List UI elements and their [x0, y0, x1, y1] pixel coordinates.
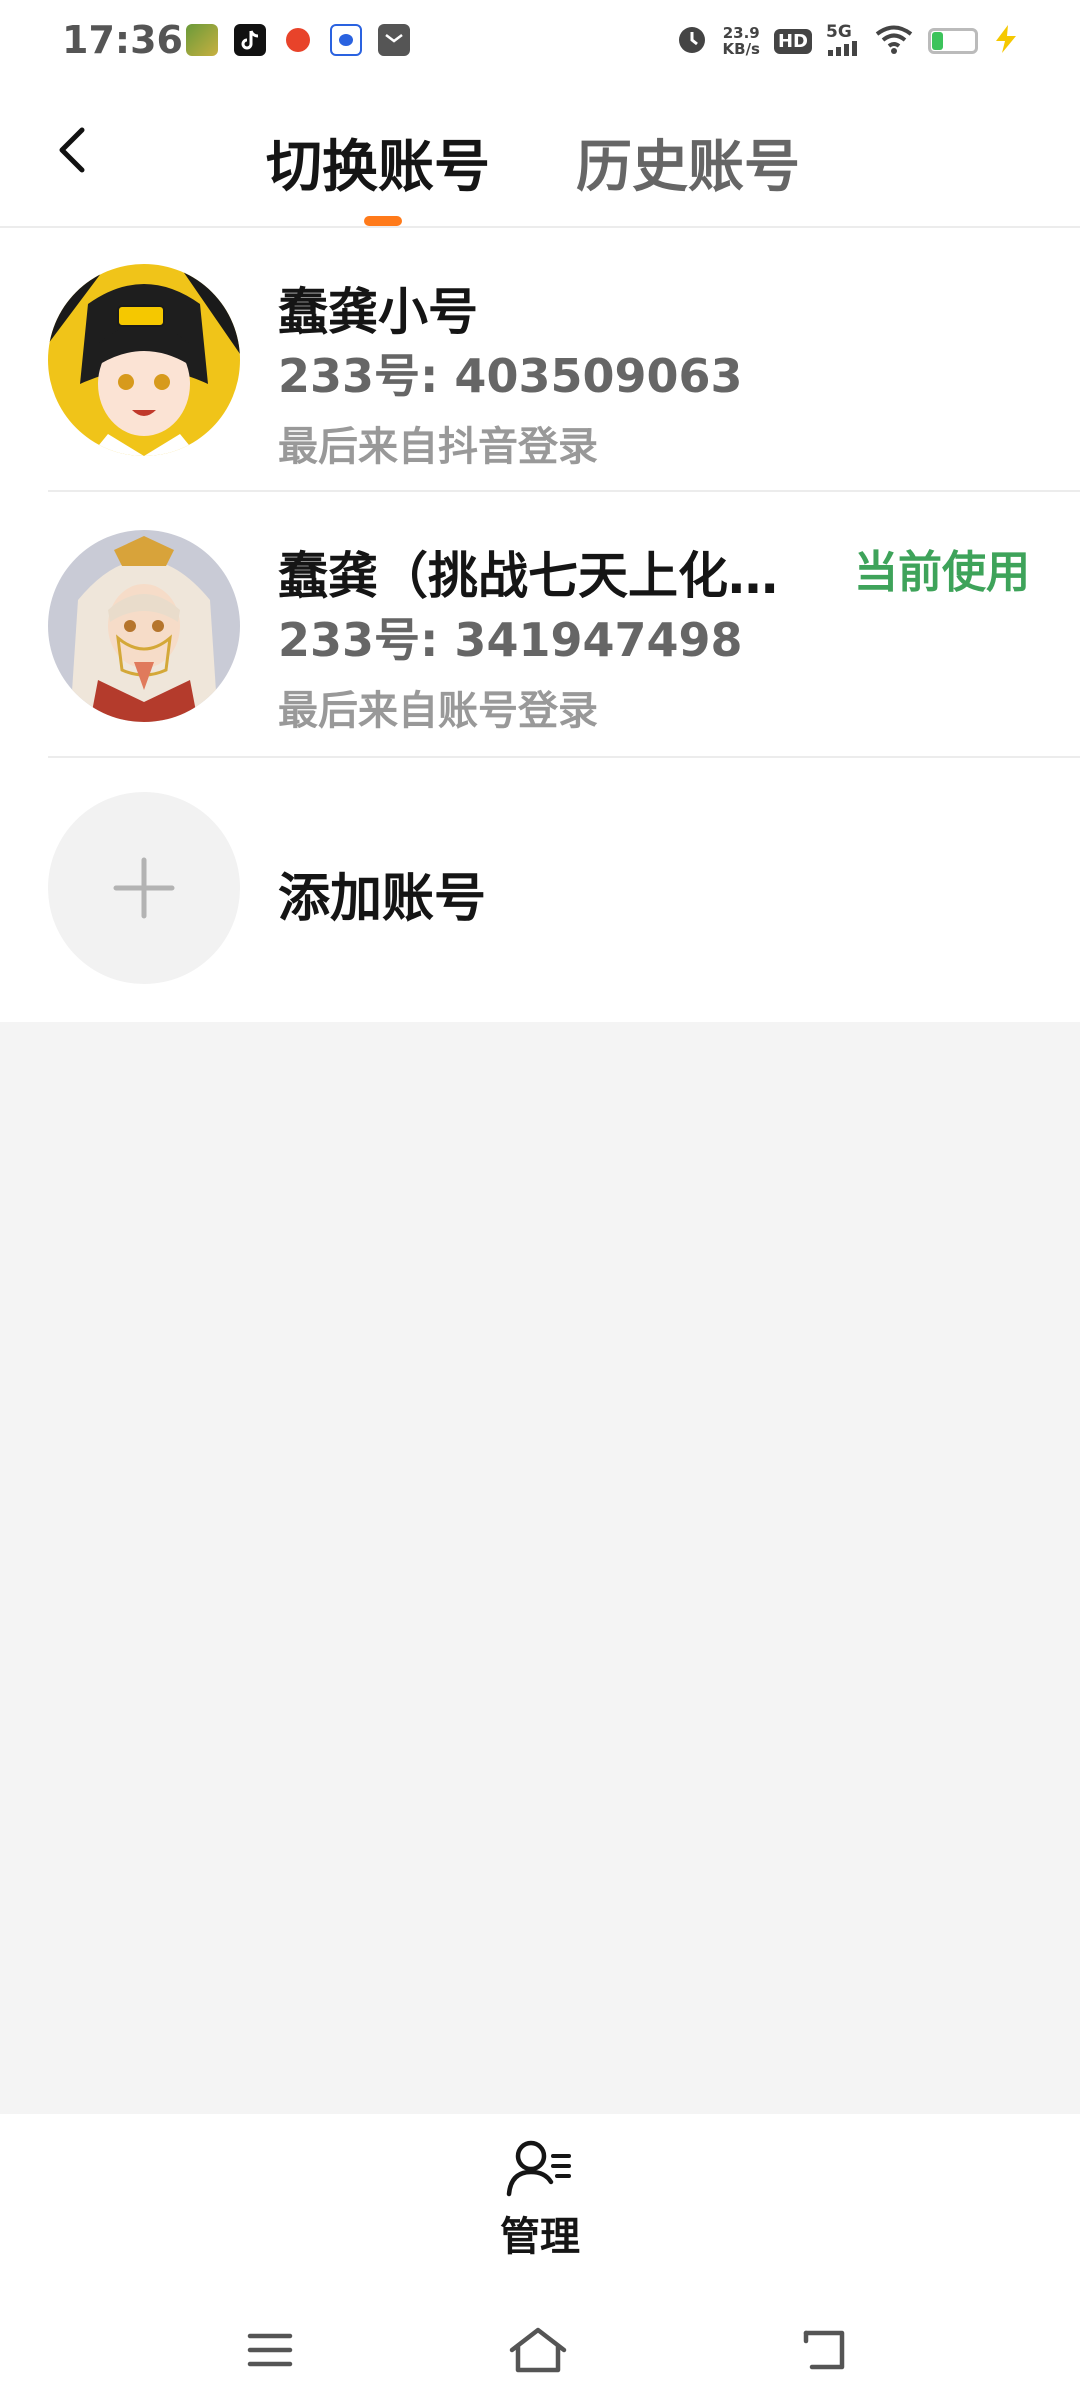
system-icons: 23.9 KB/s HD 5G — [675, 22, 1020, 60]
hd-badge: HD — [773, 28, 812, 54]
last-login-source: 最后来自账号登录 — [278, 688, 598, 734]
active-tab-indicator — [364, 216, 402, 226]
manage-button[interactable]: 管理 — [480, 2138, 600, 2262]
back-icon — [803, 2330, 845, 2370]
user-list-icon — [506, 2140, 571, 2197]
add-account-row[interactable]: 添加账号 — [0, 758, 1080, 1022]
tab-history-account[interactable]: 历史账号 — [576, 122, 800, 203]
baidu-icon — [330, 24, 362, 56]
last-login-source: 最后来自抖音登录 — [278, 424, 598, 470]
back-button[interactable] — [46, 124, 98, 176]
battery-icon — [928, 28, 978, 54]
game-app-icon — [186, 24, 218, 56]
menu-icon — [247, 2333, 293, 2367]
account-id: 233号: 341947498 — [278, 613, 743, 667]
account-name: 蠢龚（挑战七天上化… — [278, 547, 778, 605]
manage-label: 管理 — [500, 2214, 580, 2260]
account-id: 233号: 403509063 — [278, 349, 743, 403]
account-row-current[interactable]: 蠢龚（挑战七天上化… 当前使用 233号: 341947498 最后来自账号登录 — [0, 492, 1080, 758]
charging-icon — [992, 24, 1020, 58]
account-row[interactable]: 蠢龚小号 233号: 403509063 最后来自抖音登录 — [0, 228, 1080, 492]
avatar — [48, 530, 240, 722]
tiktok-icon — [234, 24, 266, 56]
plus-icon — [113, 857, 175, 919]
add-account-button[interactable] — [48, 792, 240, 984]
nav-back-button[interactable] — [794, 2320, 854, 2380]
wifi-icon — [874, 23, 914, 59]
current-account-badge: 当前使用 — [854, 547, 1030, 598]
signal-bars-icon — [828, 40, 857, 56]
network-speed: 23.9 KB/s — [723, 25, 760, 57]
header: 切换账号 历史账号 — [0, 84, 1080, 228]
bottom-bar: 管理 — [0, 2114, 1080, 2408]
home-icon — [509, 2327, 567, 2373]
battery-level — [932, 32, 943, 50]
avatar — [48, 264, 240, 456]
mail-icon — [378, 24, 410, 56]
account-name: 蠢龚小号 — [278, 283, 478, 341]
status-time: 17:36 — [62, 18, 183, 62]
signal-indicator: 5G — [826, 21, 860, 59]
alarm-icon — [675, 22, 709, 60]
tab-switch-account[interactable]: 切换账号 — [266, 122, 490, 203]
weibo-icon — [282, 24, 314, 56]
nav-home-button[interactable] — [508, 2320, 568, 2380]
add-account-label: 添加账号 — [278, 869, 487, 929]
network-speed-unit: KB/s — [722, 40, 760, 58]
nav-menu-button[interactable] — [240, 2320, 300, 2380]
chevron-left-icon — [59, 127, 85, 173]
system-nav-bar — [0, 2306, 1080, 2408]
account-list: 蠢龚小号 233号: 403509063 最后来自抖音登录 蠢龚（挑战七天上化…… — [0, 228, 1080, 1022]
network-speed-value: 23.9 — [722, 24, 760, 42]
status-bar: 17:36 23.9 KB/s HD 5G — [0, 0, 1080, 84]
notification-icons — [186, 24, 410, 56]
network-type-label: 5G — [826, 21, 852, 42]
